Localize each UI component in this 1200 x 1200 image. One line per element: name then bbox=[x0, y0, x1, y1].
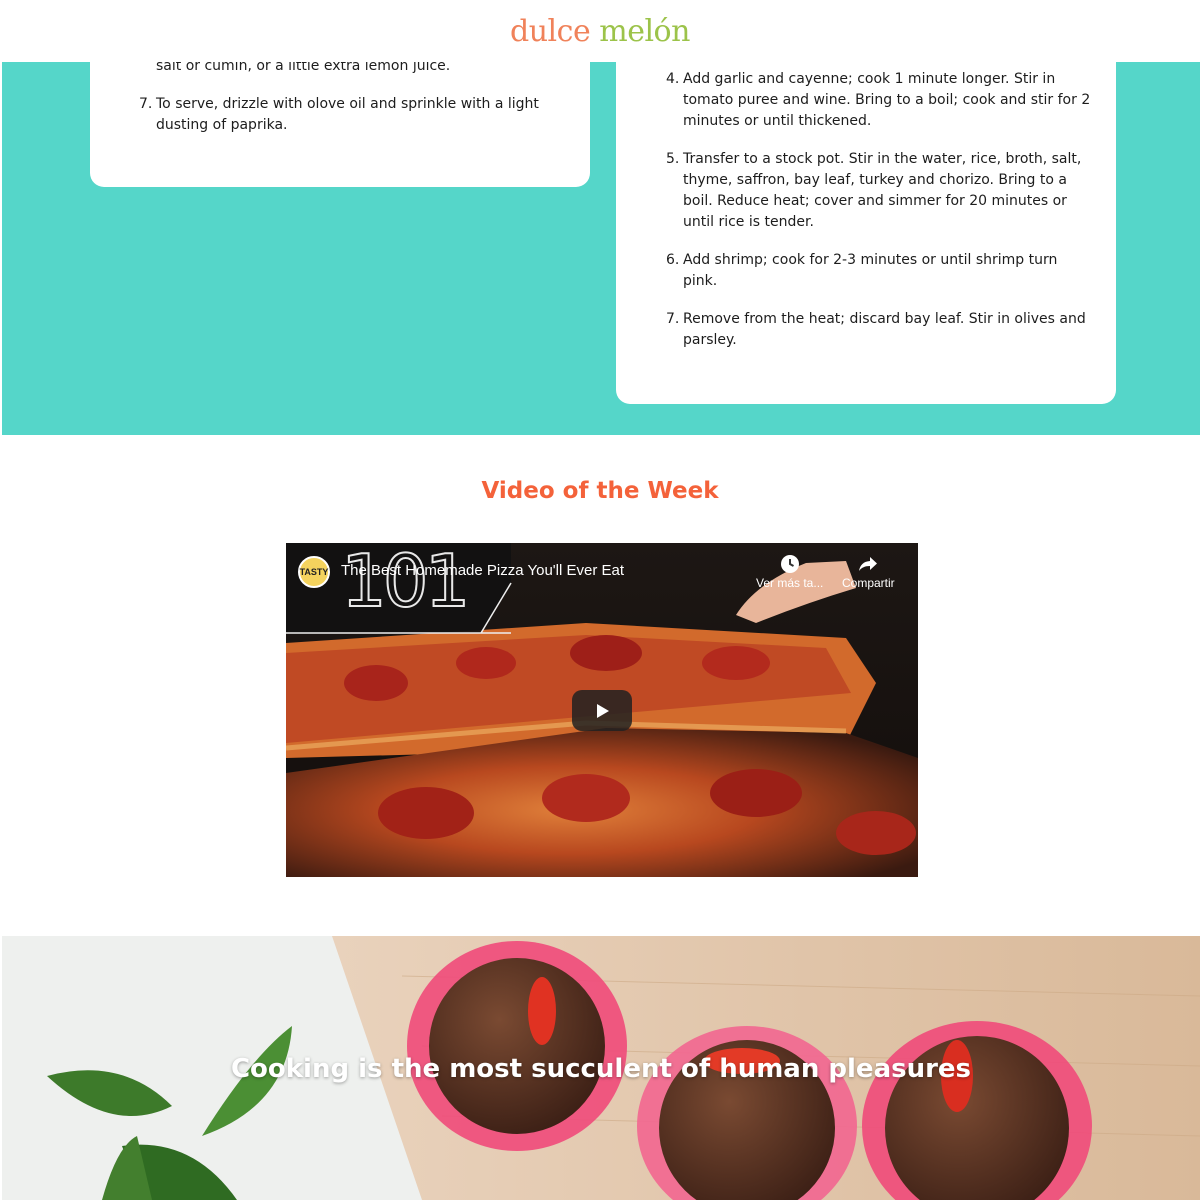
hero-quote: Cooking is the most succulent of human p… bbox=[230, 1054, 972, 1084]
recipe-section: salt or cumin, or a little extra lemon j… bbox=[2, 58, 1200, 435]
clock-icon bbox=[756, 554, 823, 576]
recipe-steps-right: 4. Add garlic and cayenne; cook 1 minute… bbox=[666, 69, 1093, 368]
step-text: Remove from the heat; discard bay leaf. … bbox=[683, 311, 1086, 348]
step-text: Add shrimp; cook for 2-3 minutes or unti… bbox=[683, 252, 1058, 289]
site-header: dulce melón bbox=[0, 0, 1200, 62]
channel-avatar[interactable]: TASTY bbox=[298, 556, 330, 588]
hero-banner: Cooking is the most succulent of human p… bbox=[2, 936, 1200, 1200]
video-overlay-number: 101 bbox=[340, 543, 471, 623]
play-button[interactable] bbox=[572, 690, 632, 731]
step-number: 6. bbox=[666, 252, 680, 268]
recipe-card-left: salt or cumin, or a little extra lemon j… bbox=[90, 58, 590, 187]
share-icon bbox=[842, 554, 895, 576]
logo-word-melon: melón bbox=[599, 13, 690, 49]
play-icon bbox=[597, 703, 609, 718]
step-number: 5. bbox=[666, 151, 680, 167]
watch-later-label: Ver más ta... bbox=[756, 576, 824, 590]
share-button[interactable]: Compartir bbox=[842, 554, 895, 590]
step-number: 7. bbox=[666, 311, 680, 327]
recipe-step: 7. To serve, drizzle with olove oil and … bbox=[139, 94, 566, 136]
recipe-card-right: 4. Add garlic and cayenne; cook 1 minute… bbox=[616, 62, 1116, 404]
section-title-video: Video of the Week bbox=[481, 478, 719, 504]
recipe-step: 6. Add shrimp; cook for 2-3 minutes or u… bbox=[666, 250, 1093, 292]
video-title[interactable]: The Best Homemade Pizza You'll Ever Eat bbox=[341, 562, 624, 579]
recipe-steps-left: salt or cumin, or a little extra lemon j… bbox=[139, 56, 566, 153]
step-text: Add garlic and cayenne; cook 1 minute lo… bbox=[683, 71, 1091, 129]
step-text: To serve, drizzle with olove oil and spr… bbox=[156, 96, 539, 133]
step-number: 7. bbox=[139, 96, 153, 112]
logo-word-dulce: dulce bbox=[510, 13, 591, 49]
recipe-step: 7. Remove from the heat; discard bay lea… bbox=[666, 309, 1093, 351]
video-player[interactable]: 101 TASTY The Best Homemade Pizza You'll… bbox=[286, 543, 918, 877]
share-label: Compartir bbox=[842, 576, 895, 590]
recipe-step: 5. Transfer to a stock pot. Stir in the … bbox=[666, 149, 1093, 233]
watch-later-button[interactable]: Ver más ta... bbox=[756, 554, 823, 590]
site-logo[interactable]: dulce melón bbox=[510, 14, 690, 49]
step-text: Transfer to a stock pot. Stir in the wat… bbox=[683, 151, 1082, 230]
recipe-step: 4. Add garlic and cayenne; cook 1 minute… bbox=[666, 69, 1093, 132]
step-number: 4. bbox=[666, 71, 680, 87]
